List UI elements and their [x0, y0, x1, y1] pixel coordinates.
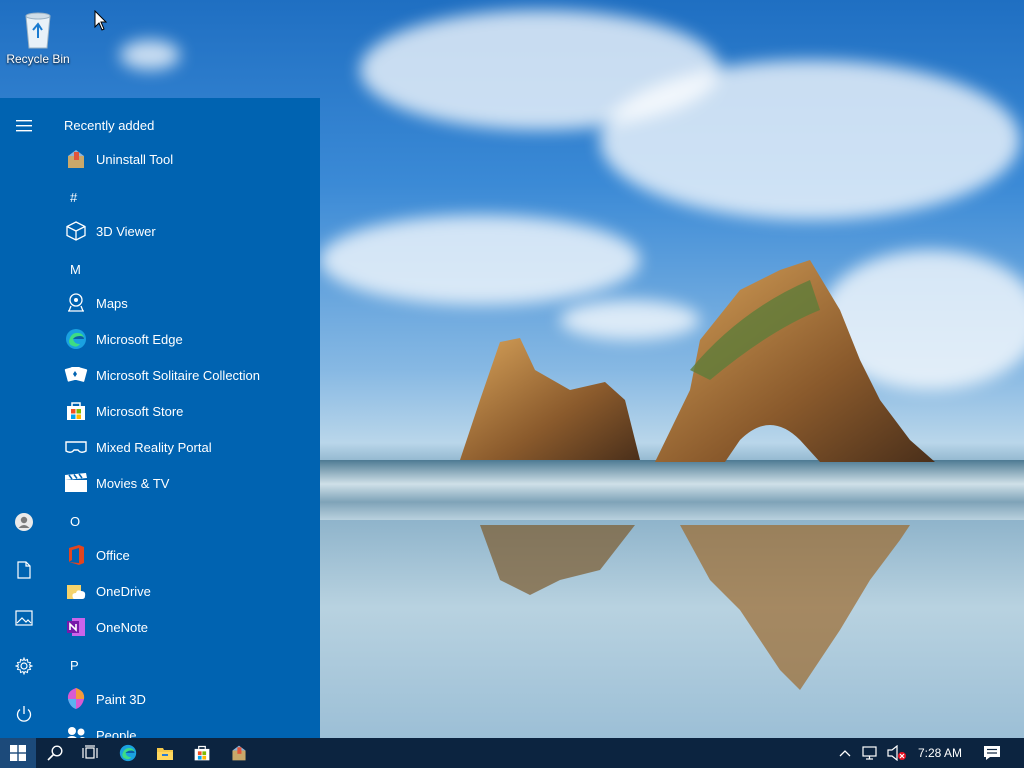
task-view-button[interactable] [72, 738, 108, 768]
app-item-office[interactable]: Office [48, 537, 320, 573]
expand-button[interactable] [0, 104, 48, 148]
store-icon [194, 745, 210, 761]
action-center-icon [984, 746, 1000, 760]
volume-tray-button[interactable] [884, 738, 910, 768]
power-button[interactable] [0, 692, 48, 736]
taskbar-store-button[interactable] [184, 738, 220, 768]
desktop-icon-label: Recycle Bin [6, 52, 70, 66]
taskbar-clock[interactable]: 7:28 AM [912, 738, 968, 768]
rock-formations [460, 260, 935, 690]
paint-3d-icon [64, 687, 88, 711]
letter-header-m[interactable]: M [70, 262, 81, 277]
app-label: Movies & TV [96, 475, 170, 491]
app-label: OneNote [96, 619, 149, 635]
app-item-mixed-reality-portal[interactable]: Mixed Reality Portal [48, 429, 320, 465]
people-icon [64, 723, 88, 738]
search-icon [47, 745, 63, 761]
app-label: Microsoft Edge [96, 331, 183, 347]
taskbar-file-explorer-button[interactable] [147, 738, 183, 768]
app-item-microsoft-store[interactable]: Microsoft Store [48, 393, 320, 429]
onedrive-icon [64, 579, 88, 603]
solitaire-icon [64, 363, 88, 387]
app-label: Microsoft Solitaire Collection [96, 367, 261, 383]
taskbar-uninstall-tool-button[interactable] [221, 738, 257, 768]
app-item-onedrive[interactable]: OneDrive [48, 573, 320, 609]
app-item-onenote[interactable]: OneNote [48, 609, 320, 645]
edge-icon [119, 744, 137, 762]
recently-added-header: Recently added [64, 118, 155, 133]
chevron-up-icon [839, 750, 851, 757]
app-list: Recently added Uninstall Tool # 3D Viewe… [48, 98, 320, 738]
hamburger-menu-icon [16, 120, 32, 132]
pictures-button[interactable] [0, 596, 48, 640]
3d-viewer-icon [64, 219, 88, 243]
desktop-icon-recycle-bin[interactable]: Recycle Bin [2, 4, 74, 66]
edge-icon [64, 327, 88, 351]
app-label: OneDrive [96, 583, 151, 599]
documents-icon [17, 561, 31, 579]
uninstall-tool-icon [64, 147, 88, 171]
network-icon [862, 746, 877, 760]
settings-button[interactable] [0, 644, 48, 688]
user-account-icon [15, 513, 33, 531]
store-icon [64, 399, 88, 423]
app-label: 3D Viewer [96, 223, 156, 239]
mixed-reality-icon [64, 435, 88, 459]
app-label: Mixed Reality Portal [96, 439, 212, 455]
office-icon [64, 543, 88, 567]
app-label: Maps [96, 295, 128, 311]
task-view-icon [82, 745, 98, 759]
pictures-icon [15, 610, 33, 626]
start-menu: Recently added Uninstall Tool # 3D Viewe… [0, 98, 320, 738]
movies-tv-icon [64, 471, 88, 495]
start-left-rail [0, 98, 48, 738]
settings-gear-icon [15, 657, 33, 675]
app-item-people[interactable]: People [48, 717, 320, 738]
letter-header-p[interactable]: P [70, 658, 79, 673]
maps-icon [64, 291, 88, 315]
start-button[interactable] [0, 738, 36, 768]
action-center-button[interactable] [972, 738, 1012, 768]
app-item-movies-tv[interactable]: Movies & TV [48, 465, 320, 501]
recycle-bin-icon [18, 10, 58, 50]
letter-header-o[interactable]: O [70, 514, 80, 529]
file-explorer-icon [157, 748, 173, 760]
app-item-paint-3d[interactable]: Paint 3D [48, 681, 320, 717]
letter-header-hash[interactable]: # [70, 190, 77, 205]
app-label: Microsoft Store [96, 403, 184, 419]
documents-button[interactable] [0, 548, 48, 592]
app-item-solitaire[interactable]: Microsoft Solitaire Collection [48, 357, 320, 393]
power-icon [16, 706, 32, 722]
search-button[interactable] [37, 738, 73, 768]
taskbar-edge-button[interactable] [110, 738, 146, 768]
mouse-cursor-icon [94, 10, 108, 31]
uninstall-tool-icon [232, 745, 246, 761]
app-item-microsoft-edge[interactable]: Microsoft Edge [48, 321, 320, 357]
user-account-button[interactable] [0, 500, 48, 544]
windows-start-icon [10, 745, 26, 761]
app-label: Uninstall Tool [96, 151, 174, 167]
show-hidden-icons-button[interactable] [832, 738, 858, 768]
app-item-3d-viewer[interactable]: 3D Viewer [48, 213, 320, 249]
network-tray-button[interactable] [858, 738, 884, 768]
taskbar: 7:28 AM [0, 738, 1024, 768]
app-label: Office [96, 547, 130, 563]
app-item-maps[interactable]: Maps [48, 285, 320, 321]
app-label: Paint 3D [96, 691, 146, 707]
onenote-icon [64, 615, 88, 639]
volume-muted-icon [887, 745, 906, 761]
app-item-uninstall-tool[interactable]: Uninstall Tool [48, 141, 320, 177]
app-label: People [96, 727, 137, 739]
